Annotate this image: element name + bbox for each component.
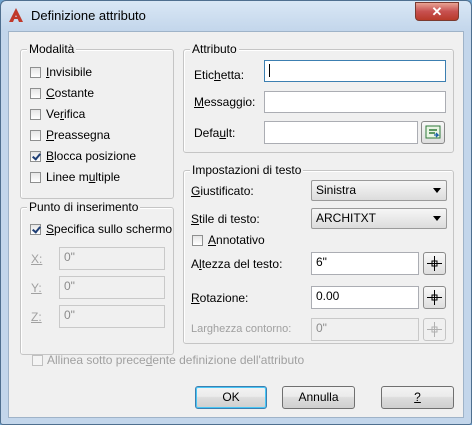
annotative-label[interactable]: Annotativo — [208, 233, 265, 247]
z-coordinate-field[interactable]: 0" — [59, 305, 165, 328]
chevron-down-icon — [433, 216, 441, 221]
autocad-icon — [9, 8, 23, 22]
invisible-checkbox[interactable] — [30, 67, 41, 78]
insert-field-button[interactable] — [421, 121, 445, 144]
rotation-label: Rotazione: — [191, 291, 249, 305]
lock-position-checkbox[interactable] — [30, 151, 41, 162]
window-title: Definizione attributo — [31, 8, 146, 23]
constant-label[interactable]: Costante — [46, 86, 94, 100]
attribute-group-title: Attributo — [190, 42, 239, 56]
close-button[interactable]: ✕ — [415, 2, 459, 21]
insertion-point-group-title: Punto di inserimento — [27, 200, 141, 214]
preset-checkbox[interactable] — [30, 130, 41, 141]
align-below-label[interactable]: Allinea sotto precedente definizione del… — [47, 353, 304, 367]
pick-width-button[interactable] — [423, 318, 446, 341]
title-bar[interactable]: Definizione attributo ✕ — [1, 1, 471, 31]
boundary-width-label: Larghezza contorno: — [191, 323, 292, 335]
lock-position-label[interactable]: Blocca posizione — [46, 149, 136, 163]
default-input[interactable] — [264, 121, 418, 144]
tag-input[interactable] — [264, 60, 446, 82]
crosshair-pick-icon — [427, 256, 442, 271]
x-label: X: — [31, 252, 43, 266]
verify-checkbox[interactable] — [30, 109, 41, 120]
justification-label: Giustificato: — [191, 184, 254, 198]
help-button[interactable]: ? — [381, 386, 454, 409]
pick-height-button[interactable] — [423, 252, 446, 275]
specify-on-screen-checkbox[interactable] — [30, 224, 41, 235]
preset-label[interactable]: Preassegna — [46, 128, 110, 142]
cancel-button[interactable]: Annulla — [282, 386, 355, 409]
close-icon: ✕ — [431, 4, 443, 19]
verify-label[interactable]: Verifica — [46, 107, 85, 121]
justification-select[interactable]: Sinistra — [311, 180, 447, 201]
text-caret — [269, 64, 270, 78]
text-height-label: Altezza del testo: — [191, 257, 283, 271]
tag-label: Etichetta: — [194, 68, 245, 82]
ok-button[interactable]: OK — [195, 386, 267, 409]
default-label: Default: — [194, 126, 236, 140]
chevron-down-icon — [433, 188, 441, 193]
text-style-label: Stile di testo: — [191, 212, 260, 226]
dialog-window: Definizione attributo ✕ Modalità Punto d… — [0, 0, 472, 425]
insert-field-icon — [425, 125, 441, 139]
specify-on-screen-label[interactable]: Specifica sullo schermo — [46, 222, 172, 236]
y-label: Y: — [31, 281, 42, 295]
multiple-lines-label[interactable]: Linee multiple — [46, 170, 120, 184]
prompt-input[interactable] — [264, 91, 446, 113]
rotation-input[interactable]: 0.00 — [311, 286, 419, 309]
multiple-lines-checkbox[interactable] — [30, 172, 41, 183]
x-coordinate-field[interactable]: 0" — [59, 247, 165, 270]
y-coordinate-field[interactable]: 0" — [59, 276, 165, 299]
boundary-width-input[interactable]: 0" — [311, 318, 419, 341]
pick-rotation-button[interactable] — [423, 286, 446, 309]
text-style-select[interactable]: ARCHITXT — [311, 208, 447, 229]
crosshair-pick-icon — [427, 290, 442, 305]
modes-group-title: Modalità — [27, 42, 77, 56]
crosshair-pick-icon — [427, 322, 442, 337]
annotative-checkbox[interactable] — [192, 235, 203, 246]
dialog-body: Modalità Punto di inserimento Specifica … — [8, 31, 464, 418]
invisible-label[interactable]: Invisibile — [46, 65, 92, 79]
align-below-checkbox[interactable] — [32, 355, 43, 366]
prompt-label: Messaggio: — [194, 95, 256, 109]
z-label: Z: — [31, 310, 42, 324]
text-height-input[interactable]: 6" — [311, 252, 419, 275]
text-settings-group-title: Impostazioni di testo — [190, 163, 304, 177]
constant-checkbox[interactable] — [30, 88, 41, 99]
